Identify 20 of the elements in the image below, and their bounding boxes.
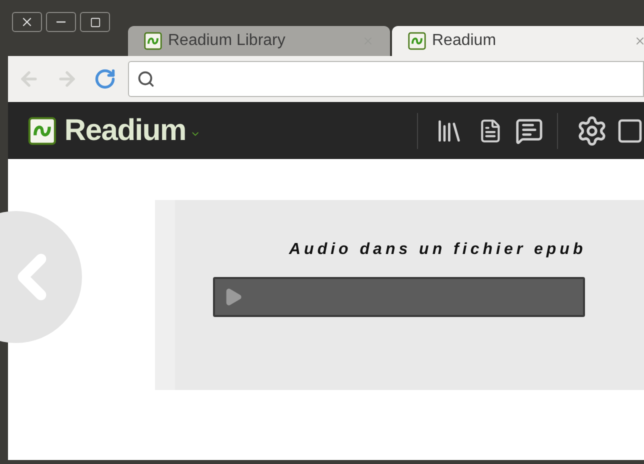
search-icon — [137, 70, 155, 88]
maximize-icon — [90, 16, 100, 28]
close-icon — [20, 15, 34, 29]
reload-icon[interactable] — [94, 68, 116, 90]
logo-icon — [408, 32, 426, 50]
settings-icon[interactable] — [576, 114, 608, 146]
tab-title: Readium — [432, 31, 498, 51]
maximize-button[interactable] — [80, 12, 110, 32]
logo-icon — [144, 32, 162, 50]
fullscreen-icon[interactable] — [616, 116, 644, 144]
browser-tab[interactable]: Readium — [392, 26, 644, 56]
close-tab-icon[interactable] — [634, 35, 644, 47]
page-heading: Audio dans un fichier epub — [289, 240, 588, 260]
audio-player[interactable] — [213, 277, 585, 317]
browser-tab[interactable]: Readium Library — [128, 26, 390, 56]
close-button[interactable] — [12, 12, 42, 32]
address-field[interactable] — [128, 61, 644, 97]
tab-title: Readium Library — [168, 31, 286, 51]
app-brand: Readium — [64, 113, 186, 149]
logo-icon — [28, 114, 56, 146]
